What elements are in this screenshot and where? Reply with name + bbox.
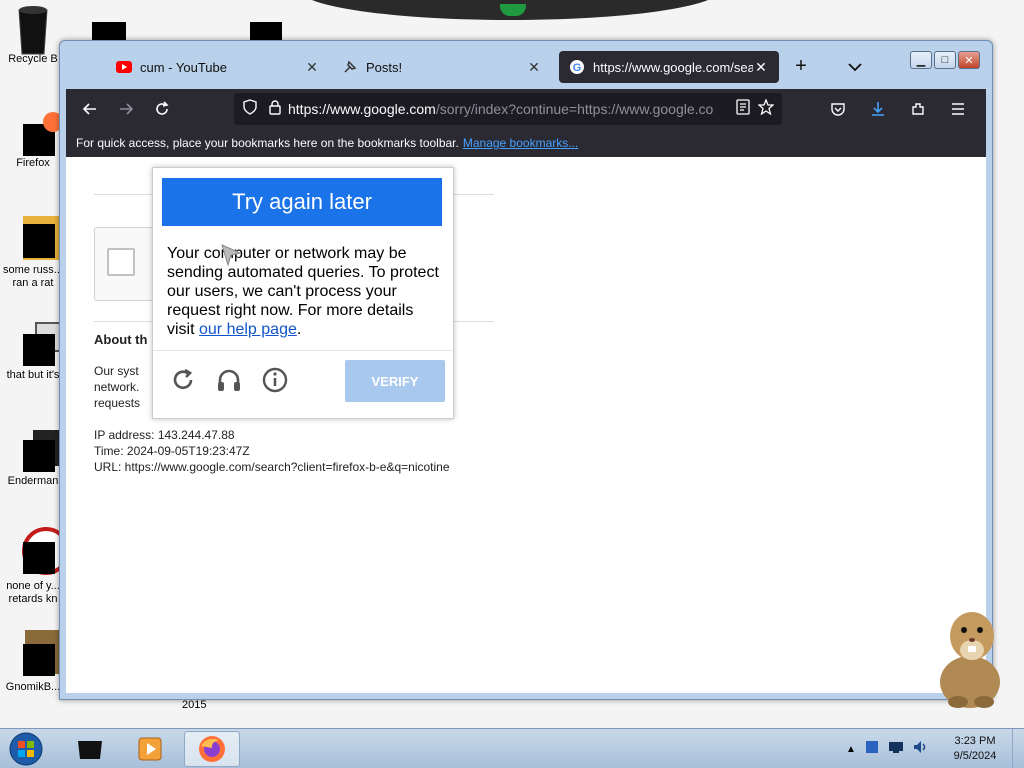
lock-icon[interactable] [268, 99, 282, 120]
navigation-toolbar: https://www.google.com/sorry/index?conti… [66, 89, 986, 129]
popup-message: Your computer or network may be sending … [167, 245, 439, 338]
network-icon[interactable] [888, 739, 904, 760]
recaptcha-challenge-popup: Try again later Your computer or network… [152, 167, 454, 419]
menu-icon[interactable] [940, 93, 976, 125]
extensions-icon[interactable] [900, 93, 936, 125]
desktop-icon-file-4[interactable]: none of y... retards kn [2, 526, 70, 606]
reload-icon[interactable] [144, 93, 180, 125]
desktop-icon-file-1[interactable]: some russ... ran a rat [2, 214, 67, 290]
clock[interactable]: 3:23 PM 9/5/2024 [940, 734, 1010, 764]
show-desktop-button[interactable] [1012, 729, 1024, 768]
file-icon [11, 526, 70, 575]
back-arrow-icon[interactable] [72, 93, 108, 125]
forward-arrow-icon[interactable] [108, 93, 144, 125]
tray-app-icon[interactable] [864, 739, 880, 760]
url-bar[interactable]: https://www.google.com/sorry/index?conti… [234, 93, 782, 125]
pocket-icon[interactable] [820, 93, 856, 125]
recycle-bin-icon [11, 4, 55, 55]
bookmark-star-icon[interactable] [757, 97, 775, 120]
youtube-icon [116, 59, 132, 75]
file-icon [11, 322, 65, 366]
tray-expand-icon[interactable]: ▲ [846, 744, 856, 755]
tab-strip: cum - YouTube ✕ Posts! ✕ G https://www.g… [66, 47, 986, 87]
maximize-button[interactable]: □ [934, 51, 956, 69]
taskbar-app-firefox[interactable] [184, 731, 240, 767]
help-page-link[interactable]: our help page [199, 321, 297, 338]
popup-title: Try again later [162, 178, 442, 226]
verify-button[interactable]: VERIFY [345, 360, 445, 402]
desktop-icon-file-2[interactable]: that but it's [2, 322, 65, 382]
taskbar-app-generic[interactable] [62, 731, 118, 767]
divider [153, 350, 453, 351]
desktop-icon-redacted [250, 22, 282, 42]
info-icon[interactable] [261, 366, 289, 399]
desktop-label-fragment: 2015 [182, 699, 207, 711]
close-tab-icon[interactable]: ✕ [753, 59, 769, 76]
page-content: About th Our syst network. requests r e … [66, 157, 986, 693]
download-icon[interactable] [860, 93, 896, 125]
mouse-cursor-icon [221, 244, 242, 267]
request-info: IP address: 143.244.47.88 Time: 2024-09-… [94, 427, 450, 475]
clock-time: 3:23 PM [954, 735, 996, 747]
google-icon: G [569, 59, 585, 75]
tab-google[interactable]: G https://www.google.com/search ✕ [559, 51, 779, 83]
firefox-window: cum - YouTube ✕ Posts! ✕ G https://www.g… [59, 40, 993, 700]
tab-posts[interactable]: Posts! ✕ [332, 51, 552, 83]
taskbar-app-media-player[interactable] [122, 731, 178, 767]
file-icon [11, 630, 67, 676]
desktop-icon-firefox[interactable]: Firefox [2, 110, 64, 170]
bookmarks-hint: For quick access, place your bookmarks h… [76, 136, 459, 150]
start-button[interactable] [6, 731, 46, 767]
hamster-mascot-image [940, 612, 1000, 708]
close-tab-icon[interactable]: ✕ [526, 59, 542, 76]
volume-icon[interactable] [912, 739, 928, 760]
about-heading: About th [94, 332, 148, 347]
chevron-down-icon[interactable] [843, 55, 867, 78]
close-window-button[interactable]: ✕ [958, 51, 980, 69]
request-url: URL: https://www.google.com/search?clien… [94, 460, 450, 474]
close-tab-icon[interactable]: ✕ [304, 59, 320, 76]
window-controls: ▁ □ ✕ [910, 51, 980, 69]
clock-date: 9/5/2024 [953, 750, 997, 762]
desktop-icon-redacted [92, 22, 126, 42]
reader-view-icon[interactable] [736, 98, 750, 120]
file-icon [11, 428, 67, 472]
toolbar-right [820, 93, 976, 125]
recaptcha-checkbox[interactable] [107, 248, 135, 276]
svg-text:G: G [573, 62, 582, 74]
pin-icon [342, 59, 358, 75]
desktop-icon-recycle-bin[interactable]: Recycle B [2, 4, 64, 66]
new-tab-icon[interactable]: + [789, 55, 813, 78]
minimize-button[interactable]: ▁ [910, 51, 932, 69]
reload-challenge-icon[interactable] [169, 366, 197, 399]
bookmarks-toolbar: For quick access, place your bookmarks h… [66, 129, 986, 157]
url-text: https://www.google.com/sorry/index?conti… [288, 101, 714, 117]
system-tray: ▲ [846, 739, 928, 760]
popup-actions [169, 366, 289, 399]
file-icon [11, 214, 67, 260]
manage-bookmarks-link[interactable]: Manage bookmarks... [463, 136, 578, 150]
tab-youtube[interactable]: cum - YouTube ✕ [106, 51, 330, 83]
desktop-icon-file-5[interactable]: GnomikB... [2, 630, 67, 694]
headphones-icon[interactable] [215, 366, 243, 399]
ip-address: IP address: 143.244.47.88 [94, 428, 235, 442]
taskbar: ▲ 3:23 PM 9/5/2024 [0, 728, 1024, 768]
request-time: Time: 2024-09-05T19:23:47Z [94, 444, 250, 458]
desktop-icon-file-3[interactable]: Enderman [2, 428, 67, 488]
shield-icon[interactable] [242, 98, 258, 120]
firefox-icon [11, 110, 63, 156]
recaptcha-widget [94, 227, 156, 301]
